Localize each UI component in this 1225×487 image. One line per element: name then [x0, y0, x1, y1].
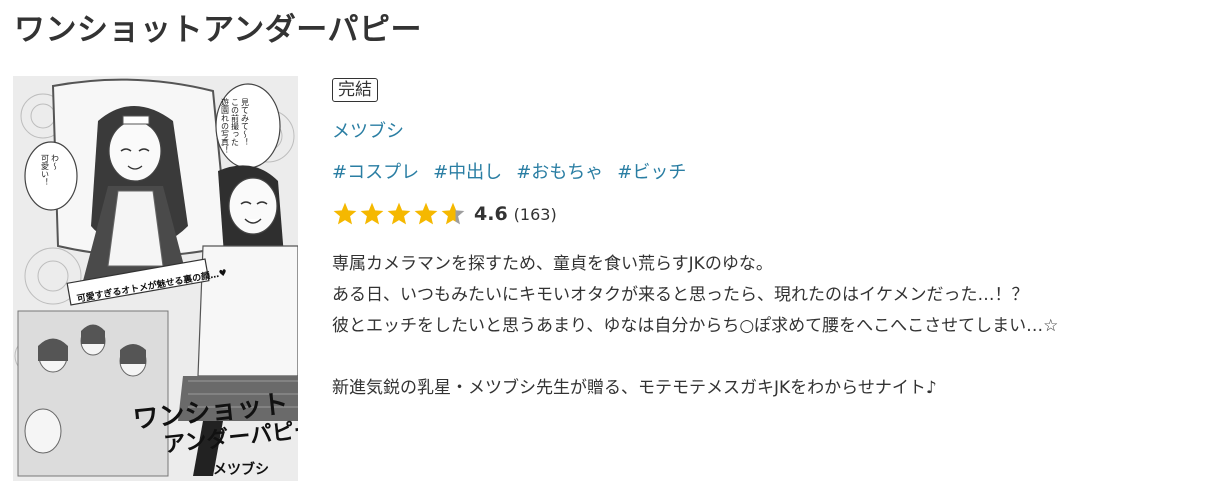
star-icon [440, 201, 466, 227]
page: ワンショットアンダーパピー 見てみて〜！ この前撮った 遊園れの写真！ わ〜 可… [0, 0, 1225, 487]
description-line: 彼とエッチをしたいと思うあまり、ゆなは自分からち○ぽ求めて腰をへこへこさせてしま… [332, 316, 1059, 336]
author-link[interactable]: メツブシ [332, 120, 404, 144]
star-icon [386, 201, 412, 227]
cover-image[interactable]: 見てみて〜！ この前撮った 遊園れの写真！ わ〜 可愛い！ 可愛すぎるオトメが魅… [13, 76, 298, 481]
tag-link[interactable]: #おもちゃ [516, 161, 603, 185]
svg-text:メツブシ: メツブシ [213, 461, 269, 478]
info-panel: 完結 メツブシ #コスプレ #中出し #おもちゃ #ビッチ 4.6 (163) … [332, 78, 1212, 404]
tag-link[interactable]: #ビッチ [617, 161, 686, 185]
svg-text:見てみて〜！: 見てみて〜！ [241, 98, 250, 146]
svg-text:可愛い！: 可愛い！ [41, 154, 50, 186]
svg-text:遊園れの写真！: 遊園れの写真！ [221, 97, 230, 154]
svg-text:わ〜: わ〜 [51, 154, 60, 170]
description: 専属カメラマンを探すため、童貞を食い荒らすJKのゆな。 ある日、いつもみたいにキ… [332, 249, 1212, 404]
svg-text:この前撮った: この前撮った [231, 98, 240, 146]
description-tagline: 新進気鋭の乳星・メツブシ先生が贈る、モテモテメスガキJKをわからせナイト♪ [332, 378, 937, 398]
description-line: 専属カメラマンを探すため、童貞を食い荒らすJKのゆな。 [332, 254, 773, 274]
rating-value: 4.6 [474, 203, 508, 225]
tag-link[interactable]: #中出し [433, 161, 502, 185]
tag-link[interactable]: #コスプレ [332, 161, 419, 185]
star-icon [359, 201, 385, 227]
tag-list: #コスプレ #中出し #おもちゃ #ビッチ [332, 161, 1212, 185]
status-badge: 完結 [332, 78, 378, 102]
star-icon [413, 201, 439, 227]
star-icon [332, 201, 358, 227]
page-title: ワンショットアンダーパピー [14, 12, 422, 48]
rating-count: (163) [513, 204, 557, 224]
rating: 4.6 (163) [332, 199, 1212, 229]
description-line: ある日、いつもみたいにキモいオタクが来ると思ったら、現れたのはイケメンだった…！… [332, 285, 1029, 305]
star-rating [332, 201, 466, 227]
